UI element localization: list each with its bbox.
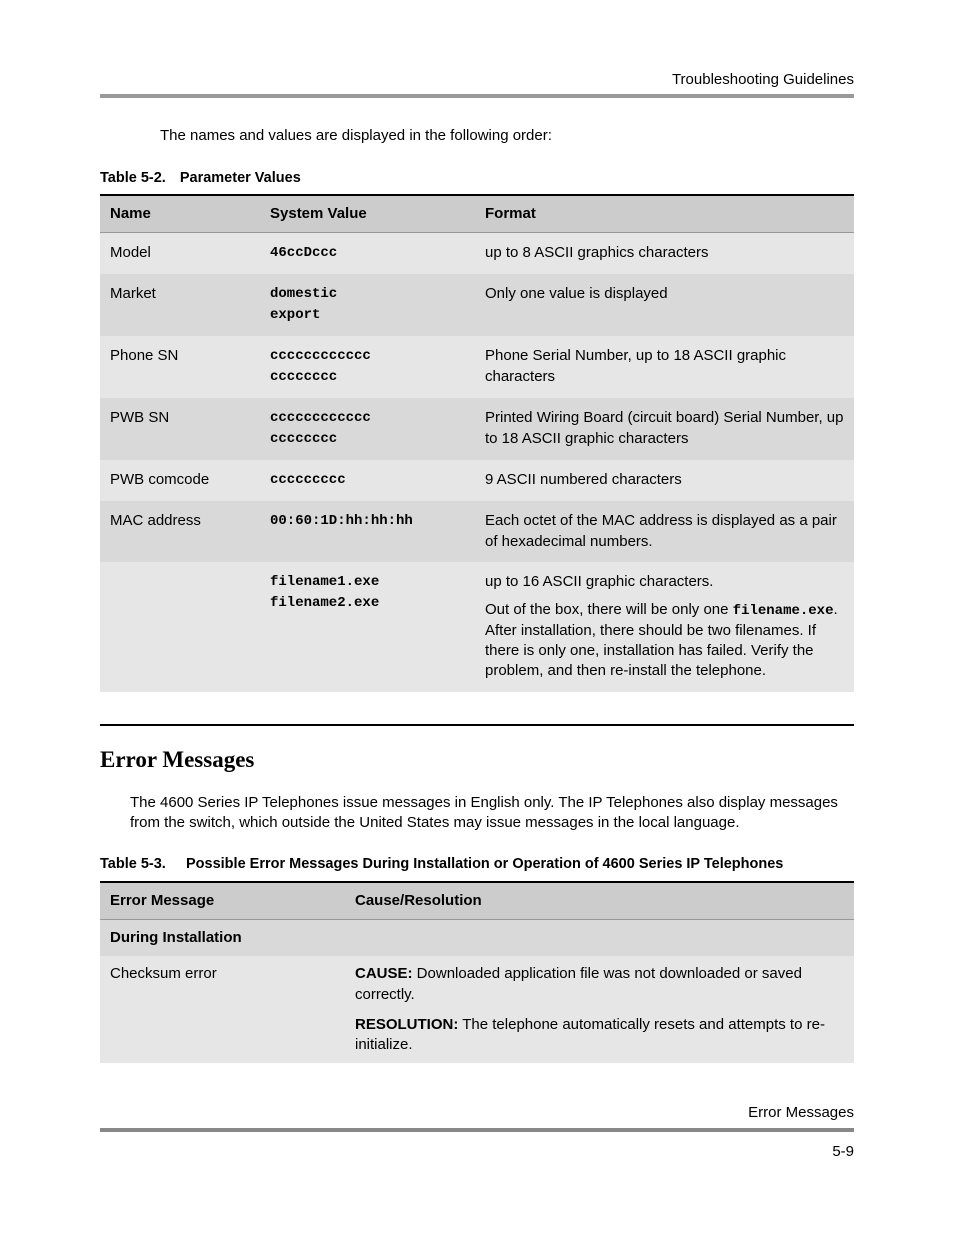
row-system: ccccccccc <box>260 460 475 501</box>
footer-section-title: Error Messages <box>100 1103 854 1123</box>
table-parameter-values: Name System Value Format Model 46ccDccc … <box>100 194 854 692</box>
table-5-2-number: Table 5-2. <box>100 170 176 186</box>
row-name: Model <box>100 233 260 275</box>
row-name: Market <box>100 274 260 336</box>
cause-text: Downloaded application file was not down… <box>355 965 802 1002</box>
page-header-title: Troubleshooting Guidelines <box>100 70 854 90</box>
footer-rule <box>100 1128 854 1132</box>
table-5-2-title: Parameter Values <box>180 170 301 186</box>
row-system: 00:60:1D:hh:hh:hh <box>260 501 475 562</box>
row-format: Phone Serial Number, up to 18 ASCII grap… <box>475 336 854 398</box>
row-system: cccccccccccc cccccccc <box>260 398 475 460</box>
section-intro-text: The 4600 Series IP Telephones issue mess… <box>130 793 854 834</box>
table-row: Phone SN cccccccccccc cccccccc Phone Ser… <box>100 336 854 398</box>
col-header-cause-resolution: Cause/Resolution <box>345 883 854 920</box>
col-header-format: Format <box>475 195 854 233</box>
table-row: PWB comcode ccccccccc 9 ASCII numbered c… <box>100 460 854 501</box>
table-5-3-caption: Table 5-3. Possible Error Messages Durin… <box>100 855 854 875</box>
table-5-3-number: Table 5-3. <box>100 855 186 875</box>
col-header-name: Name <box>100 195 260 233</box>
row-name: PWB SN <box>100 398 260 460</box>
page-number: 5-9 <box>100 1142 854 1162</box>
row-format: 9 ASCII numbered characters <box>475 460 854 501</box>
row-name: MAC address <box>100 501 260 562</box>
row-format: Only one value is displayed <box>475 274 854 336</box>
table-error-messages: Error Message Cause/Resolution During In… <box>100 883 854 1064</box>
row-format-code: filename.exe <box>733 603 834 619</box>
row-name <box>100 562 260 692</box>
row-format-pre: Out of the box, there will be only one <box>485 601 733 618</box>
row-system: 46ccDccc <box>260 233 475 275</box>
table-row: PWB SN cccccccccccc cccccccc Printed Wir… <box>100 398 854 460</box>
row-system: domestic export <box>260 274 475 336</box>
table-5-2-caption: Table 5-2. Parameter Values <box>100 169 854 189</box>
table-row: Market domestic export Only one value is… <box>100 274 854 336</box>
row-name: PWB comcode <box>100 460 260 501</box>
row-system: cccccccccccc cccccccc <box>260 336 475 398</box>
row-name: Phone SN <box>100 336 260 398</box>
table-5-3-title: Possible Error Messages During Installat… <box>186 855 854 875</box>
error-message-detail: CAUSE: Downloaded application file was n… <box>345 956 854 1063</box>
table-row: Checksum error CAUSE: Downloaded applica… <box>100 956 854 1063</box>
col-header-system: System Value <box>260 195 475 233</box>
table-section-row: During Installation <box>100 920 854 957</box>
row-system: filename1.exe filename2.exe <box>260 562 475 692</box>
table-row: Model 46ccDccc up to 8 ASCII graphics ch… <box>100 233 854 275</box>
row-format-body: Out of the box, there will be only one f… <box>485 600 844 682</box>
col-header-error-message: Error Message <box>100 883 345 920</box>
section-divider <box>100 724 854 726</box>
row-format: Printed Wiring Board (circuit board) Ser… <box>475 398 854 460</box>
intro-text: The names and values are displayed in th… <box>160 126 854 146</box>
section-heading-error-messages: Error Messages <box>100 744 854 775</box>
row-format: Each octet of the MAC address is display… <box>475 501 854 562</box>
error-message-name: Checksum error <box>100 956 345 1063</box>
row-format-line1: up to 16 ASCII graphic characters. <box>485 572 844 592</box>
cause-label: CAUSE: <box>355 965 413 982</box>
table-section-label: During Installation <box>100 920 854 957</box>
table-row: filename1.exe filename2.exe up to 16 ASC… <box>100 562 854 692</box>
row-format: up to 16 ASCII graphic characters. Out o… <box>475 562 854 692</box>
table-row: MAC address 00:60:1D:hh:hh:hh Each octet… <box>100 501 854 562</box>
resolution-label: RESOLUTION: <box>355 1016 458 1033</box>
row-format: up to 8 ASCII graphics characters <box>475 233 854 275</box>
header-rule <box>100 94 854 98</box>
